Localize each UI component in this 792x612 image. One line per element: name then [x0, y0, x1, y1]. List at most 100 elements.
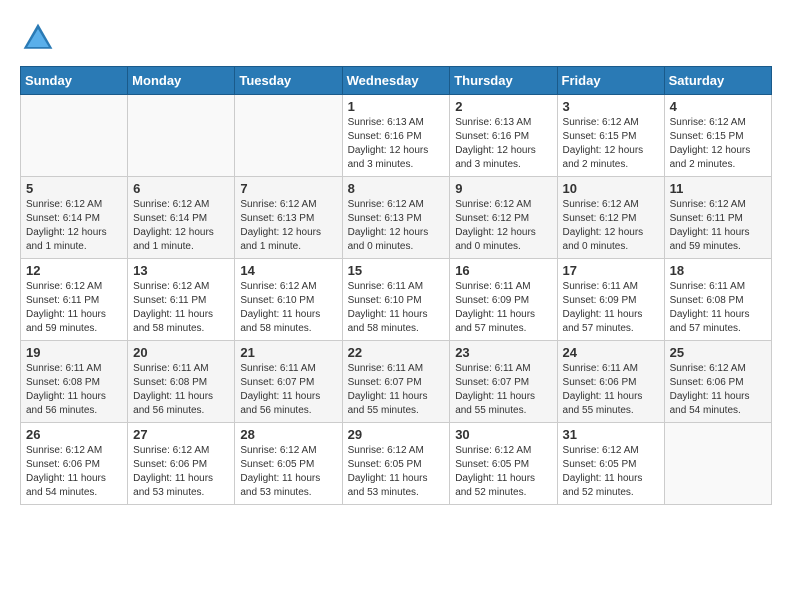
calendar-cell: 8 Sunrise: 6:12 AM Sunset: 6:13 PM Daylig… [342, 177, 450, 259]
calendar-cell [664, 423, 771, 505]
day-info: Sunrise: 6:12 AM Sunset: 6:06 PM Dayligh… [670, 362, 766, 418]
calendar-cell: 1 Sunrise: 6:13 AM Sunset: 6:16 PM Daylig… [342, 95, 450, 177]
day-info: Sunrise: 6:11 AM Sunset: 6:07 PM Dayligh… [348, 362, 445, 418]
day-number: 11 [670, 181, 766, 196]
calendar-cell: 9 Sunrise: 6:12 AM Sunset: 6:12 PM Daylig… [450, 177, 557, 259]
day-info: Sunrise: 6:11 AM Sunset: 6:06 PM Dayligh… [563, 362, 659, 418]
calendar-cell: 15 Sunrise: 6:11 AM Sunset: 6:10 PM Dayli… [342, 259, 450, 341]
day-number: 7 [240, 181, 336, 196]
day-number: 3 [563, 99, 659, 114]
calendar-cell: 11 Sunrise: 6:12 AM Sunset: 6:11 PM Dayli… [664, 177, 771, 259]
day-info: Sunrise: 6:12 AM Sunset: 6:05 PM Dayligh… [240, 444, 336, 500]
calendar-cell: 5 Sunrise: 6:12 AM Sunset: 6:14 PM Daylig… [21, 177, 128, 259]
weekday-header: Monday [128, 67, 235, 95]
day-number: 8 [348, 181, 445, 196]
day-number: 10 [563, 181, 659, 196]
day-info: Sunrise: 6:12 AM Sunset: 6:05 PM Dayligh… [455, 444, 551, 500]
calendar-cell: 14Sunrise: 6:12 AM Sunset: 6:10 PM Dayli… [235, 259, 342, 341]
day-info: Sunrise: 6:12 AM Sunset: 6:11 PM Dayligh… [133, 280, 229, 336]
weekday-header: Wednesday [342, 67, 450, 95]
day-info: Sunrise: 6:12 AM Sunset: 6:12 PM Dayligh… [563, 198, 659, 254]
weekday-header: Saturday [664, 67, 771, 95]
logo [20, 20, 62, 56]
day-info: Sunrise: 6:12 AM Sunset: 6:15 PM Dayligh… [670, 116, 766, 172]
day-number: 29 [348, 427, 445, 442]
day-info: Sunrise: 6:11 AM Sunset: 6:09 PM Dayligh… [455, 280, 551, 336]
calendar-cell: 28 Sunrise: 6:12 AM Sunset: 6:05 PM Dayli… [235, 423, 342, 505]
calendar-cell: 21Sunrise: 6:11 AM Sunset: 6:07 PM Dayli… [235, 341, 342, 423]
day-info: Sunrise: 6:11 AM Sunset: 6:10 PM Dayligh… [348, 280, 445, 336]
day-number: 1 [348, 99, 445, 114]
day-number: 27 [133, 427, 229, 442]
calendar-cell: 4 Sunrise: 6:12 AM Sunset: 6:15 PM Daylig… [664, 95, 771, 177]
day-info: Sunrise: 6:11 AM Sunset: 6:07 PM Dayligh… [455, 362, 551, 418]
calendar-cell: 27 Sunrise: 6:12 AM Sunset: 6:06 PM Dayli… [128, 423, 235, 505]
day-number: 24 [563, 345, 659, 360]
day-info: Sunrise: 6:11 AM Sunset: 6:08 PM Dayligh… [670, 280, 766, 336]
day-number: 30 [455, 427, 551, 442]
calendar-cell: 19Sunrise: 6:11 AM Sunset: 6:08 PM Dayli… [21, 341, 128, 423]
calendar-cell: 29 Sunrise: 6:12 AM Sunset: 6:05 PM Dayli… [342, 423, 450, 505]
weekday-header: Tuesday [235, 67, 342, 95]
calendar-cell: 23 Sunrise: 6:11 AM Sunset: 6:07 PM Dayli… [450, 341, 557, 423]
day-info: Sunrise: 6:12 AM Sunset: 6:13 PM Dayligh… [348, 198, 445, 254]
day-number: 17 [563, 263, 659, 278]
day-info: Sunrise: 6:11 AM Sunset: 6:07 PM Dayligh… [240, 362, 336, 418]
calendar-cell: 18 Sunrise: 6:11 AM Sunset: 6:08 PM Dayli… [664, 259, 771, 341]
calendar-cell: 3 Sunrise: 6:12 AM Sunset: 6:15 PM Daylig… [557, 95, 664, 177]
day-info: Sunrise: 6:11 AM Sunset: 6:08 PM Dayligh… [133, 362, 229, 418]
calendar-week-row: 26 Sunrise: 6:12 AM Sunset: 6:06 PM Dayli… [21, 423, 772, 505]
day-number: 18 [670, 263, 766, 278]
day-number: 2 [455, 99, 551, 114]
day-info: Sunrise: 6:12 AM Sunset: 6:05 PM Dayligh… [348, 444, 445, 500]
day-info: Sunrise: 6:12 AM Sunset: 6:14 PM Dayligh… [26, 198, 122, 254]
day-number: 25 [670, 345, 766, 360]
day-number: 31 [563, 427, 659, 442]
day-number: 5 [26, 181, 122, 196]
weekday-header: Sunday [21, 67, 128, 95]
day-info: Sunrise: 6:12 AM Sunset: 6:12 PM Dayligh… [455, 198, 551, 254]
day-number: 15 [348, 263, 445, 278]
weekday-header: Friday [557, 67, 664, 95]
calendar-cell: 22 Sunrise: 6:11 AM Sunset: 6:07 PM Dayli… [342, 341, 450, 423]
day-number: 12 [26, 263, 122, 278]
day-number: 23 [455, 345, 551, 360]
day-info: Sunrise: 6:11 AM Sunset: 6:09 PM Dayligh… [563, 280, 659, 336]
day-number: 28 [240, 427, 336, 442]
calendar-cell: 12 Sunrise: 6:12 AM Sunset: 6:11 PM Dayli… [21, 259, 128, 341]
calendar-table: SundayMondayTuesdayWednesdayThursdayFrid… [20, 66, 772, 505]
weekday-header: Thursday [450, 67, 557, 95]
day-info: Sunrise: 6:12 AM Sunset: 6:15 PM Dayligh… [563, 116, 659, 172]
day-info: Sunrise: 6:12 AM Sunset: 6:06 PM Dayligh… [133, 444, 229, 500]
calendar-cell: 26Sunrise: 6:12 AM Sunset: 6:06 PM Dayli… [21, 423, 128, 505]
calendar-cell: 25 Sunrise: 6:12 AM Sunset: 6:06 PM Dayli… [664, 341, 771, 423]
day-info: Sunrise: 6:12 AM Sunset: 6:11 PM Dayligh… [26, 280, 122, 336]
calendar-cell [235, 95, 342, 177]
day-info: Sunrise: 6:11 AM Sunset: 6:08 PM Dayligh… [26, 362, 122, 418]
logo-icon [20, 20, 56, 56]
calendar-week-row: 12 Sunrise: 6:12 AM Sunset: 6:11 PM Dayli… [21, 259, 772, 341]
day-number: 13 [133, 263, 229, 278]
day-info: Sunrise: 6:12 AM Sunset: 6:11 PM Dayligh… [670, 198, 766, 254]
calendar-cell: 24 Sunrise: 6:11 AM Sunset: 6:06 PM Dayli… [557, 341, 664, 423]
day-number: 6 [133, 181, 229, 196]
calendar-cell: 20 Sunrise: 6:11 AM Sunset: 6:08 PM Dayli… [128, 341, 235, 423]
calendar-week-row: 5 Sunrise: 6:12 AM Sunset: 6:14 PM Daylig… [21, 177, 772, 259]
calendar-cell: 7 Sunrise: 6:12 AM Sunset: 6:13 PM Daylig… [235, 177, 342, 259]
calendar-cell: 16Sunrise: 6:11 AM Sunset: 6:09 PM Dayli… [450, 259, 557, 341]
day-info: Sunrise: 6:12 AM Sunset: 6:05 PM Dayligh… [563, 444, 659, 500]
calendar-header-row: SundayMondayTuesdayWednesdayThursdayFrid… [21, 67, 772, 95]
day-info: Sunrise: 6:13 AM Sunset: 6:16 PM Dayligh… [348, 116, 445, 172]
calendar-cell: 2 Sunrise: 6:13 AM Sunset: 6:16 PM Daylig… [450, 95, 557, 177]
day-info: Sunrise: 6:13 AM Sunset: 6:16 PM Dayligh… [455, 116, 551, 172]
day-number: 9 [455, 181, 551, 196]
day-info: Sunrise: 6:12 AM Sunset: 6:10 PM Dayligh… [240, 280, 336, 336]
calendar-cell: 6Sunrise: 6:12 AM Sunset: 6:14 PM Daylig… [128, 177, 235, 259]
calendar-cell [21, 95, 128, 177]
calendar-cell: 30 Sunrise: 6:12 AM Sunset: 6:05 PM Dayli… [450, 423, 557, 505]
day-number: 22 [348, 345, 445, 360]
day-number: 20 [133, 345, 229, 360]
day-info: Sunrise: 6:12 AM Sunset: 6:13 PM Dayligh… [240, 198, 336, 254]
day-number: 26 [26, 427, 122, 442]
day-number: 4 [670, 99, 766, 114]
